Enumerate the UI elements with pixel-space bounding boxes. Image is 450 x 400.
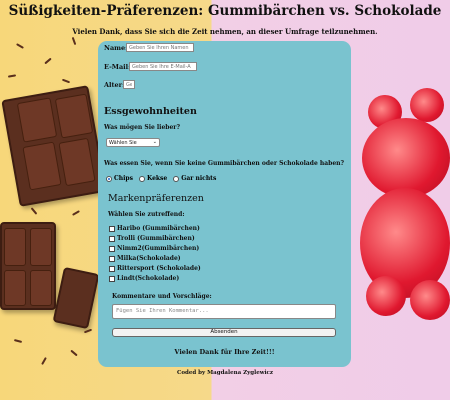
brand-option-label: Haribo (Gummibärchen): [117, 225, 200, 232]
email-label: E-Mail:: [104, 63, 131, 71]
eating-habits-heading: Essgewohnheiten: [104, 106, 197, 117]
alt-options: Chips Kekse Gar nichts: [106, 175, 222, 182]
email-field[interactable]: [129, 62, 197, 71]
brand-option[interactable]: Lindt(Schokolade): [109, 275, 179, 282]
brand-option-label: Milka(Schokolade): [117, 255, 181, 262]
brand-instruction: Wählen Sie zutreffend:: [108, 211, 185, 218]
checkbox[interactable]: [109, 235, 115, 242]
brand-heading: Markenpräferenzen: [108, 193, 204, 204]
prefer-select[interactable]: Wählen Sie ⌄: [106, 138, 160, 147]
submit-button[interactable]: Absenden: [112, 328, 336, 337]
brand-option-label: Nimm2(Gummibärchen): [117, 245, 200, 252]
radio-kekse[interactable]: [139, 175, 145, 182]
brand-option[interactable]: Rittersport (Schokolade): [109, 265, 201, 272]
footer-credit: Coded by Magdalena Zyglewicz: [176, 370, 274, 376]
comments-textarea[interactable]: Fügen Sie Ihren Kommentar...: [112, 304, 336, 319]
brand-option-label: Rittersport (Schokolade): [117, 265, 201, 272]
brand-option[interactable]: Milka(Schokolade): [109, 255, 181, 262]
brand-option-label: Lindt(Schokolade): [117, 275, 180, 282]
radio-gar-nichts-label: Gar nichts: [181, 175, 217, 182]
prefer-select-value: Wählen Sie: [109, 140, 137, 146]
thanks-text: Vielen Dank für Ihre Zeit!!!: [174, 348, 275, 356]
radio-gar-nichts[interactable]: [173, 175, 180, 182]
comments-label: Kommentare und Vorschläge:: [112, 293, 212, 300]
brand-option[interactable]: Haribo (Gummibärchen): [109, 225, 200, 232]
brand-option[interactable]: Nimm2(Gummibärchen): [109, 245, 199, 252]
age-label: Alter:: [104, 81, 125, 89]
alt-question: Was essen Sie, wenn Sie keine Gummibärch…: [104, 160, 345, 167]
page-subtitle: Vielen Dank, dass Sie sich die Zeit nehm…: [72, 27, 378, 36]
checkbox[interactable]: [109, 265, 115, 272]
brand-option[interactable]: Trolli (Gummibärchen): [109, 235, 195, 242]
name-field[interactable]: [126, 43, 194, 52]
brand-option-label: Trolli (Gummibärchen): [117, 235, 195, 242]
comments-placeholder: Fügen Sie Ihren Kommentar...: [116, 308, 209, 314]
radio-kekse-label: Kekse: [147, 175, 168, 182]
radio-chips-label: Chips: [114, 175, 133, 182]
checkbox[interactable]: [109, 255, 115, 262]
prefer-question: Was mögen Sie lieber?: [104, 124, 180, 131]
radio-chips[interactable]: [106, 175, 112, 182]
chevron-down-icon: ⌄: [152, 139, 157, 145]
name-label: Name:: [104, 44, 128, 52]
age-field[interactable]: [123, 80, 135, 89]
checkbox[interactable]: [109, 225, 115, 232]
page-title: Süßigkeiten-Präferenzen: Gummibärchen vs…: [8, 3, 442, 19]
checkbox[interactable]: [109, 245, 115, 252]
checkbox[interactable]: [109, 275, 115, 282]
